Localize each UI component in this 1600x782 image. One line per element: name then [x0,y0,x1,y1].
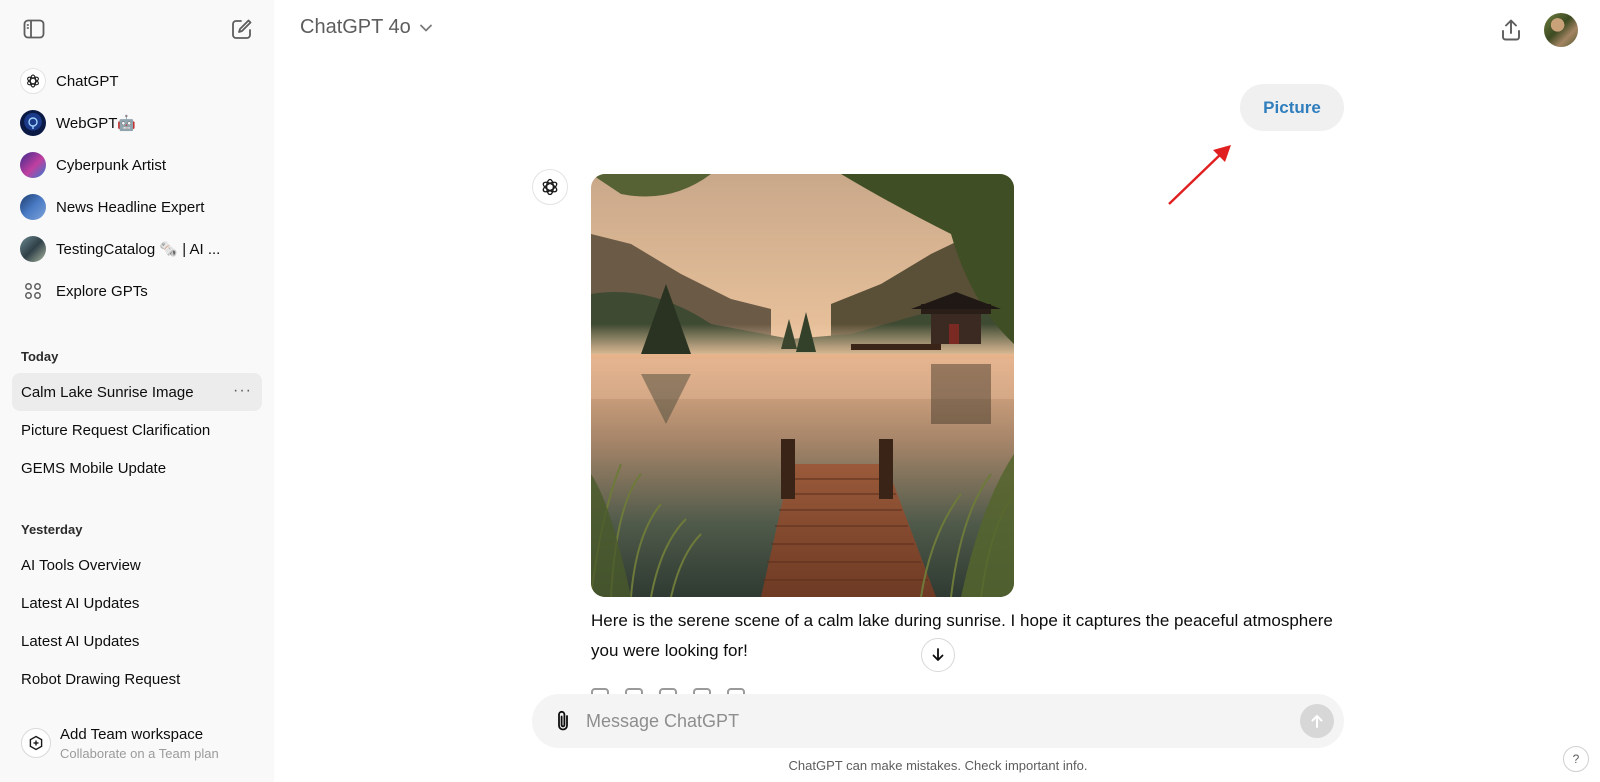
team-workspace-icon [21,728,51,758]
team-workspace-title: Add Team workspace [60,725,204,743]
grid-icon [20,278,46,304]
chat-history-item[interactable]: Latest AI Updates [12,622,262,660]
chat-history-label: Robot Drawing Request [21,670,181,688]
user-message-bubble: Picture [1240,84,1344,131]
sidebar-gpt-label: Explore GPTs [56,282,148,300]
news-avatar [20,194,46,220]
sidebar-gpt-label: Cyberpunk Artist [56,156,167,174]
more-options-icon[interactable]: ··· [233,382,252,400]
chat-history-item[interactable]: Latest AI Updates [12,584,262,622]
sidebar-explore-gpts[interactable]: Explore GPTs [12,272,262,310]
sidebar-gpt-news-headline-expert[interactable]: News Headline Expert [12,188,262,226]
chat-history-label: AI Tools Overview [21,556,141,574]
arrow-up-icon [1311,715,1323,728]
chatgpt-logo-icon [20,68,46,94]
arrow-down-icon [932,648,944,661]
model-selector[interactable]: ChatGPT 4o [300,16,433,39]
paperclip-icon[interactable] [550,708,576,734]
cyberpunk-avatar [20,152,46,178]
chat-history-item[interactable]: Robot Drawing Request [12,660,262,698]
chat-history-label: Latest AI Updates [21,632,140,650]
sidebar-gpt-webgpt[interactable]: WebGPT🤖 [12,104,262,142]
add-team-workspace-button[interactable]: Add Team workspace Collaborate on a Team… [12,718,262,768]
chat-history-item[interactable]: AI Tools Overview [12,546,262,584]
chat-history-label: GEMS Mobile Update [21,459,167,477]
history-section-today: Today [21,349,59,364]
testingcatalog-avatar [20,236,46,262]
sidebar: ChatGPT WebGPT🤖 Cyberpunk Artist News He… [0,0,274,782]
share-icon[interactable] [1497,16,1525,44]
chevron-down-icon [419,24,432,31]
sidebar-gpt-testingcatalog[interactable]: TestingCatalog 🗞️ | AI ... [12,230,262,268]
generated-lake-image[interactable] [591,174,1014,597]
chat-history-item[interactable]: Picture Request Clarification [12,411,262,449]
user-avatar[interactable] [1544,13,1578,47]
assistant-message-text: Here is the serene scene of a calm lake … [591,611,1333,660]
sidebar-gpt-label: ChatGPT [56,72,119,90]
team-workspace-subtitle: Collaborate on a Team plan [60,745,219,761]
disclaimer-text: ChatGPT can make mistakes. Check importa… [788,758,1088,773]
sidebar-gpt-label: News Headline Expert [56,198,205,216]
scroll-to-bottom-button[interactable] [921,638,955,672]
chat-history-item[interactable]: GEMS Mobile Update [12,449,262,487]
new-chat-icon[interactable] [228,15,256,43]
assistant-avatar-icon [532,169,568,205]
help-button[interactable]: ? [1563,746,1589,772]
message-input[interactable] [586,706,1266,736]
sidebar-gpt-cyberpunk-artist[interactable]: Cyberpunk Artist [12,146,262,184]
chat-history-item[interactable]: Calm Lake Sunrise Image ··· [12,373,262,411]
sidebar-gpt-label: WebGPT🤖 [56,115,137,132]
message-composer [532,694,1344,748]
send-button[interactable] [1300,704,1334,738]
chat-history-label: Picture Request Clarification [21,421,211,439]
webgpt-avatar [20,110,46,136]
model-name: ChatGPT 4o [300,16,411,38]
sidebar-toggle-icon[interactable] [20,15,48,43]
annotation-arrow-icon [1168,145,1231,205]
history-section-yesterday: Yesterday [21,522,83,537]
chat-history-label: Latest AI Updates [21,594,140,612]
sidebar-gpt-label: TestingCatalog 🗞️ | AI ... [56,241,221,258]
sidebar-gpt-chatgpt[interactable]: ChatGPT [12,62,262,100]
user-message-text: Picture [1263,97,1321,117]
chat-history-label: Calm Lake Sunrise Image [21,383,194,401]
